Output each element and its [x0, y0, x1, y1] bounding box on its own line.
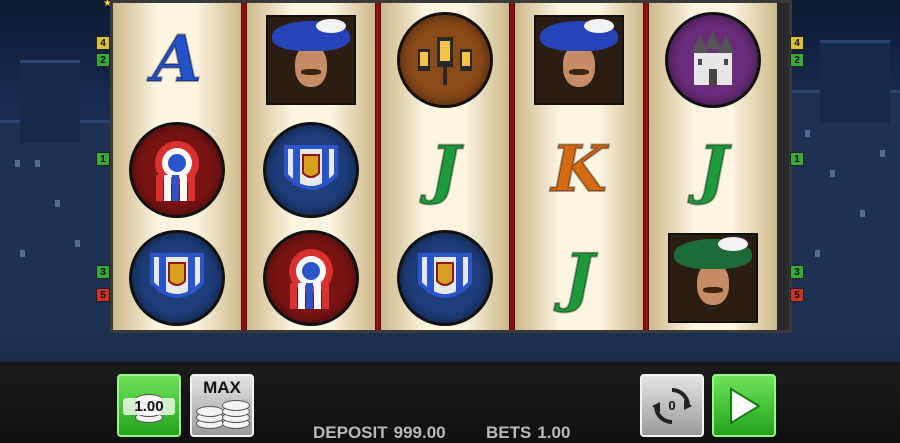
payline-1-indicator: 1 [96, 152, 110, 166]
letter-j-text: J [697, 132, 729, 207]
bets-label: BETS [486, 423, 532, 442]
play-icon [730, 386, 761, 425]
autoplay-count: 0 [668, 398, 676, 413]
payline-3-indicator: 3 [96, 265, 110, 279]
building-left [0, 120, 110, 323]
letter-k-text: K [550, 132, 608, 207]
letter-a-text: A [151, 22, 203, 97]
building-left-tower [20, 60, 80, 143]
rosette-badge-icon [264, 231, 358, 325]
max-bet-button[interactable]: MAX [190, 374, 254, 437]
shield-badge-icon [398, 231, 492, 325]
letter-j-text: J [429, 132, 461, 207]
letter-a: A [130, 13, 224, 107]
payline-5-indicator: 5 [96, 288, 110, 302]
payline-4-indicator: 4 [790, 36, 804, 50]
payline-5-indicator: 5 [790, 288, 804, 302]
payline-1-indicator: 1 [790, 152, 804, 166]
deposit-label: DEPOSIT [313, 423, 388, 442]
max-label: MAX [203, 378, 241, 397]
deposit-status: DEPOSIT 999.00 [313, 423, 446, 442]
letter-j-text: J [563, 240, 595, 315]
reel-1: A [113, 3, 241, 330]
payline-4-indicator: 4 [96, 36, 110, 50]
payline-3-indicator: 3 [790, 265, 804, 279]
reel-3: J [381, 3, 509, 330]
castle-medallion-icon [666, 13, 760, 107]
payline-2-indicator: 2 [96, 53, 110, 67]
musketeer-blue-hat-icon [532, 13, 626, 107]
bet-value: 1.00 [123, 398, 175, 415]
shield-badge-icon [130, 231, 224, 325]
reel-2 [247, 3, 375, 330]
lanterns-medallion-icon [398, 13, 492, 107]
musketeer-blue-hat-icon [264, 13, 358, 107]
musketeer-green-hat-icon [666, 231, 760, 325]
spin-button[interactable] [712, 374, 776, 437]
rosette-badge-icon [130, 123, 224, 217]
reel-5: J [649, 3, 777, 330]
deposit-value: 999.00 [393, 423, 446, 442]
building-right-tower [820, 40, 890, 123]
letter-j: J [666, 123, 760, 217]
bet-coins-button[interactable]: 1.00 [117, 374, 181, 437]
bets-status: BETS 1.00 [486, 423, 571, 442]
letter-j: J [398, 123, 492, 217]
autoplay-button[interactable]: 0 [640, 374, 704, 437]
shield-badge-icon [264, 123, 358, 217]
reel-frame: AJKJJ [110, 0, 792, 333]
bets-value: 1.00 [537, 423, 571, 442]
building-right [792, 90, 900, 333]
letter-j: J [532, 231, 626, 325]
payline-2-indicator: 2 [790, 53, 804, 67]
letter-k: K [532, 123, 626, 217]
reel-4: KJ [515, 3, 643, 330]
